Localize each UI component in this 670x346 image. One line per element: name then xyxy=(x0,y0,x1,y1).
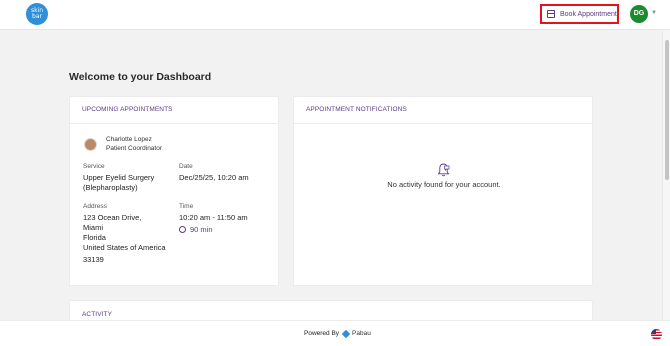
scrollbar-thumb[interactable] xyxy=(665,40,669,180)
top-bar: skin bar Book Appointment DG ▼ xyxy=(0,0,670,30)
upcoming-appointments-heading: UPCOMING APPOINTMENTS xyxy=(70,97,278,124)
footer: Powered By Pabau xyxy=(0,320,670,346)
page-scrollbar[interactable] xyxy=(662,30,670,320)
address-line: United States of America xyxy=(83,243,166,252)
clock-icon xyxy=(179,226,186,233)
time-label: Time xyxy=(179,203,194,210)
address-line: 33139 xyxy=(83,255,104,264)
address-line: Florida xyxy=(83,233,106,242)
coordinator: Charlotte Lopez Patient Coordinator xyxy=(84,135,162,153)
service-label: Service xyxy=(83,163,105,170)
book-appointment-label: Book Appointment xyxy=(560,10,617,18)
coordinator-role: Patient Coordinator xyxy=(106,145,163,152)
powered-by: Powered By Pabau xyxy=(304,329,371,338)
address-line: Miami xyxy=(83,223,103,232)
address-line: 123 Ocean Drive, xyxy=(83,213,142,222)
coordinator-avatar xyxy=(84,137,97,151)
appointment-notifications-heading: APPOINTMENT NOTIFICATIONS xyxy=(294,97,592,124)
pabau-logo-icon xyxy=(341,329,351,338)
time-value: 10:20 am - 11:50 am xyxy=(179,213,248,222)
calendar-icon xyxy=(547,10,555,18)
page-title: Welcome to your Dashboard xyxy=(69,71,212,83)
pabau-brand[interactable]: Pabau xyxy=(341,329,371,338)
upcoming-appointments-card: UPCOMING APPOINTMENTS Charlotte Lopez Pa… xyxy=(69,96,279,286)
chevron-down-icon[interactable]: ▼ xyxy=(651,10,657,16)
us-flag-icon[interactable] xyxy=(651,329,662,340)
service-value-line1: Upper Eyelid Surgery xyxy=(83,173,155,182)
date-label: Date xyxy=(179,163,193,170)
address-label: Address xyxy=(83,203,107,210)
book-appointment-button[interactable]: Book Appointment xyxy=(540,4,619,24)
pabau-brand-label: Pabau xyxy=(352,330,371,337)
user-avatar[interactable]: DG xyxy=(630,5,648,23)
skin-bar-logo[interactable]: skin bar xyxy=(26,3,48,25)
date-value: Dec/25/25, 10:20 am xyxy=(179,173,249,182)
coordinator-name: Charlotte Lopez xyxy=(106,136,152,143)
no-activity-message: No activity found for your account. xyxy=(387,180,501,189)
appointment-notifications-card: APPOINTMENT NOTIFICATIONS No activity fo… xyxy=(293,96,593,286)
service-value-line2: (Blepharoplasty) xyxy=(83,183,138,192)
duration-value: 90 min xyxy=(190,225,213,234)
bell-icon xyxy=(437,163,450,177)
powered-by-label: Powered By xyxy=(304,330,340,337)
duration: 90 min xyxy=(179,225,213,234)
